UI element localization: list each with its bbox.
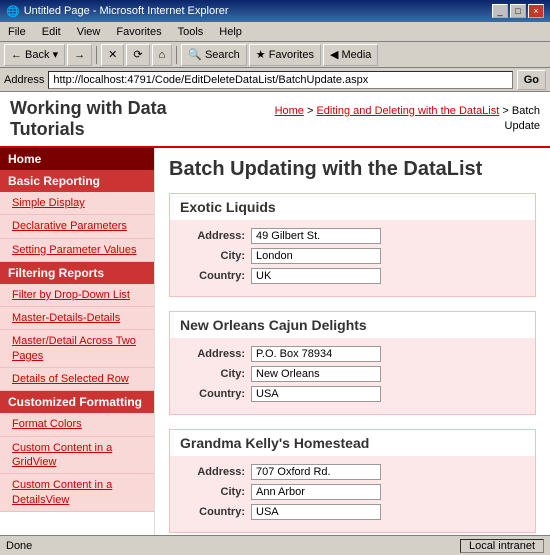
close-button[interactable]: × (528, 4, 544, 18)
supplier-name-0: Exotic Liquids (170, 194, 535, 220)
sidebar-item-simple-display[interactable]: Simple Display (0, 192, 154, 215)
city-label-1: City: (180, 368, 245, 380)
breadcrumb-sep2: > (499, 105, 512, 117)
address-input-0[interactable] (251, 228, 381, 244)
sidebar-item-format-colors[interactable]: Format Colors (0, 413, 154, 436)
city-row-0: City: (180, 248, 525, 264)
status-zone: Local intranet (460, 539, 544, 553)
breadcrumb-link[interactable]: Editing and Deleting with the DataList (316, 105, 499, 117)
title-bar: 🌐 Untitled Page - Microsoft Internet Exp… (0, 0, 550, 22)
maximize-button[interactable]: □ (510, 4, 526, 18)
sidebar-item-setting-parameter-values[interactable]: Setting Parameter Values (0, 239, 154, 262)
address-input-1[interactable] (251, 346, 381, 362)
sidebar-item-custom-content-gridview[interactable]: Custom Content in a GridView (0, 437, 154, 475)
city-label-0: City: (180, 250, 245, 262)
go-button[interactable]: Go (517, 70, 546, 90)
page-title: Batch Updating with the DataList (169, 158, 536, 181)
address-label-0: Address: (180, 230, 245, 242)
breadcrumb-sep1: > (304, 105, 317, 117)
address-row-2: Address: (180, 464, 525, 480)
country-row-1: Country: (180, 386, 525, 402)
sidebar-item-master-detail-across[interactable]: Master/Detail Across Two Pages (0, 330, 154, 368)
address-label: Address (4, 74, 44, 86)
content-area: Home Basic Reporting Simple Display Decl… (0, 148, 550, 535)
country-input-0[interactable] (251, 268, 381, 284)
favorites-button[interactable]: ★ Favorites (249, 44, 321, 66)
forward-button[interactable]: → (67, 44, 92, 66)
toolbar-separator-1 (96, 46, 97, 64)
address-input-2[interactable] (251, 464, 381, 480)
country-label-2: Country: (180, 506, 245, 518)
address-input[interactable] (48, 71, 512, 89)
breadcrumb-home[interactable]: Home (275, 105, 304, 117)
city-row-1: City: (180, 366, 525, 382)
stop-button[interactable]: ✕ (101, 44, 124, 66)
city-row-2: City: (180, 484, 525, 500)
sidebar-section-customized-formatting[interactable]: Customized Formatting (0, 391, 154, 413)
menu-tools[interactable]: Tools (174, 25, 208, 39)
supplier-section-0: Exotic Liquids Address: City: Country: (169, 193, 536, 297)
menu-help[interactable]: Help (215, 25, 246, 39)
window-title: Untitled Page - Microsoft Internet Explo… (24, 5, 229, 17)
title-bar-controls[interactable]: _ □ × (492, 4, 544, 18)
menu-edit[interactable]: Edit (38, 25, 65, 39)
menu-file[interactable]: File (4, 25, 30, 39)
country-row-2: Country: (180, 504, 525, 520)
menu-favorites[interactable]: Favorites (112, 25, 165, 39)
supplier-section-2: Grandma Kelly's Homestead Address: City:… (169, 429, 536, 533)
supplier-section-1: New Orleans Cajun Delights Address: City… (169, 311, 536, 415)
address-bar: Address Go (0, 68, 550, 92)
supplier-name-1: New Orleans Cajun Delights (170, 312, 535, 338)
refresh-button[interactable]: ⟳ (126, 44, 149, 66)
address-row-0: Address: (180, 228, 525, 244)
breadcrumb: Home > Editing and Deleting with the Dat… (242, 104, 540, 135)
main-content: Batch Updating with the DataList Exotic … (155, 148, 550, 535)
ie-icon: 🌐 (6, 5, 20, 18)
address-label-1: Address: (180, 348, 245, 360)
country-input-1[interactable] (251, 386, 381, 402)
sidebar-section-basic-reporting[interactable]: Basic Reporting (0, 170, 154, 192)
sidebar-item-filter-dropdown[interactable]: Filter by Drop-Down List (0, 284, 154, 307)
status-text: Done (6, 540, 32, 552)
back-button[interactable]: ← Back ▾ (4, 44, 65, 66)
menu-view[interactable]: View (73, 25, 105, 39)
sidebar-item-master-details[interactable]: Master-Details-Details (0, 307, 154, 330)
sidebar: Home Basic Reporting Simple Display Decl… (0, 148, 155, 535)
supplier-name-2: Grandma Kelly's Homestead (170, 430, 535, 456)
home-button[interactable]: ⌂ (152, 44, 173, 66)
country-label-1: Country: (180, 388, 245, 400)
page-header: Working with Data Tutorials Home > Editi… (0, 92, 550, 148)
site-title: Working with Data Tutorials (10, 98, 242, 140)
country-row-0: Country: (180, 268, 525, 284)
toolbar: ← Back ▾ → ✕ ⟳ ⌂ 🔍 Search ★ Favorites ◀ … (0, 42, 550, 68)
sidebar-item-details-selected-row[interactable]: Details of Selected Row (0, 368, 154, 391)
title-bar-left: 🌐 Untitled Page - Microsoft Internet Exp… (6, 5, 229, 18)
minimize-button[interactable]: _ (492, 4, 508, 18)
city-input-0[interactable] (251, 248, 381, 264)
sidebar-home[interactable]: Home (0, 148, 154, 170)
sidebar-section-filtering-reports[interactable]: Filtering Reports (0, 262, 154, 284)
menu-bar: File Edit View Favorites Tools Help (0, 22, 550, 42)
country-label-0: Country: (180, 270, 245, 282)
sidebar-item-custom-content-detailsview[interactable]: Custom Content in a DetailsView (0, 474, 154, 512)
toolbar-separator-2 (176, 46, 177, 64)
city-input-2[interactable] (251, 484, 381, 500)
media-button[interactable]: ◀ Media (323, 44, 378, 66)
status-bar: Done Local intranet (0, 535, 550, 555)
browser-content: Working with Data Tutorials Home > Editi… (0, 92, 550, 535)
city-input-1[interactable] (251, 366, 381, 382)
address-row-1: Address: (180, 346, 525, 362)
address-label-2: Address: (180, 466, 245, 478)
country-input-2[interactable] (251, 504, 381, 520)
sidebar-item-declarative-parameters[interactable]: Declarative Parameters (0, 215, 154, 238)
city-label-2: City: (180, 486, 245, 498)
search-button[interactable]: 🔍 Search (181, 44, 247, 66)
